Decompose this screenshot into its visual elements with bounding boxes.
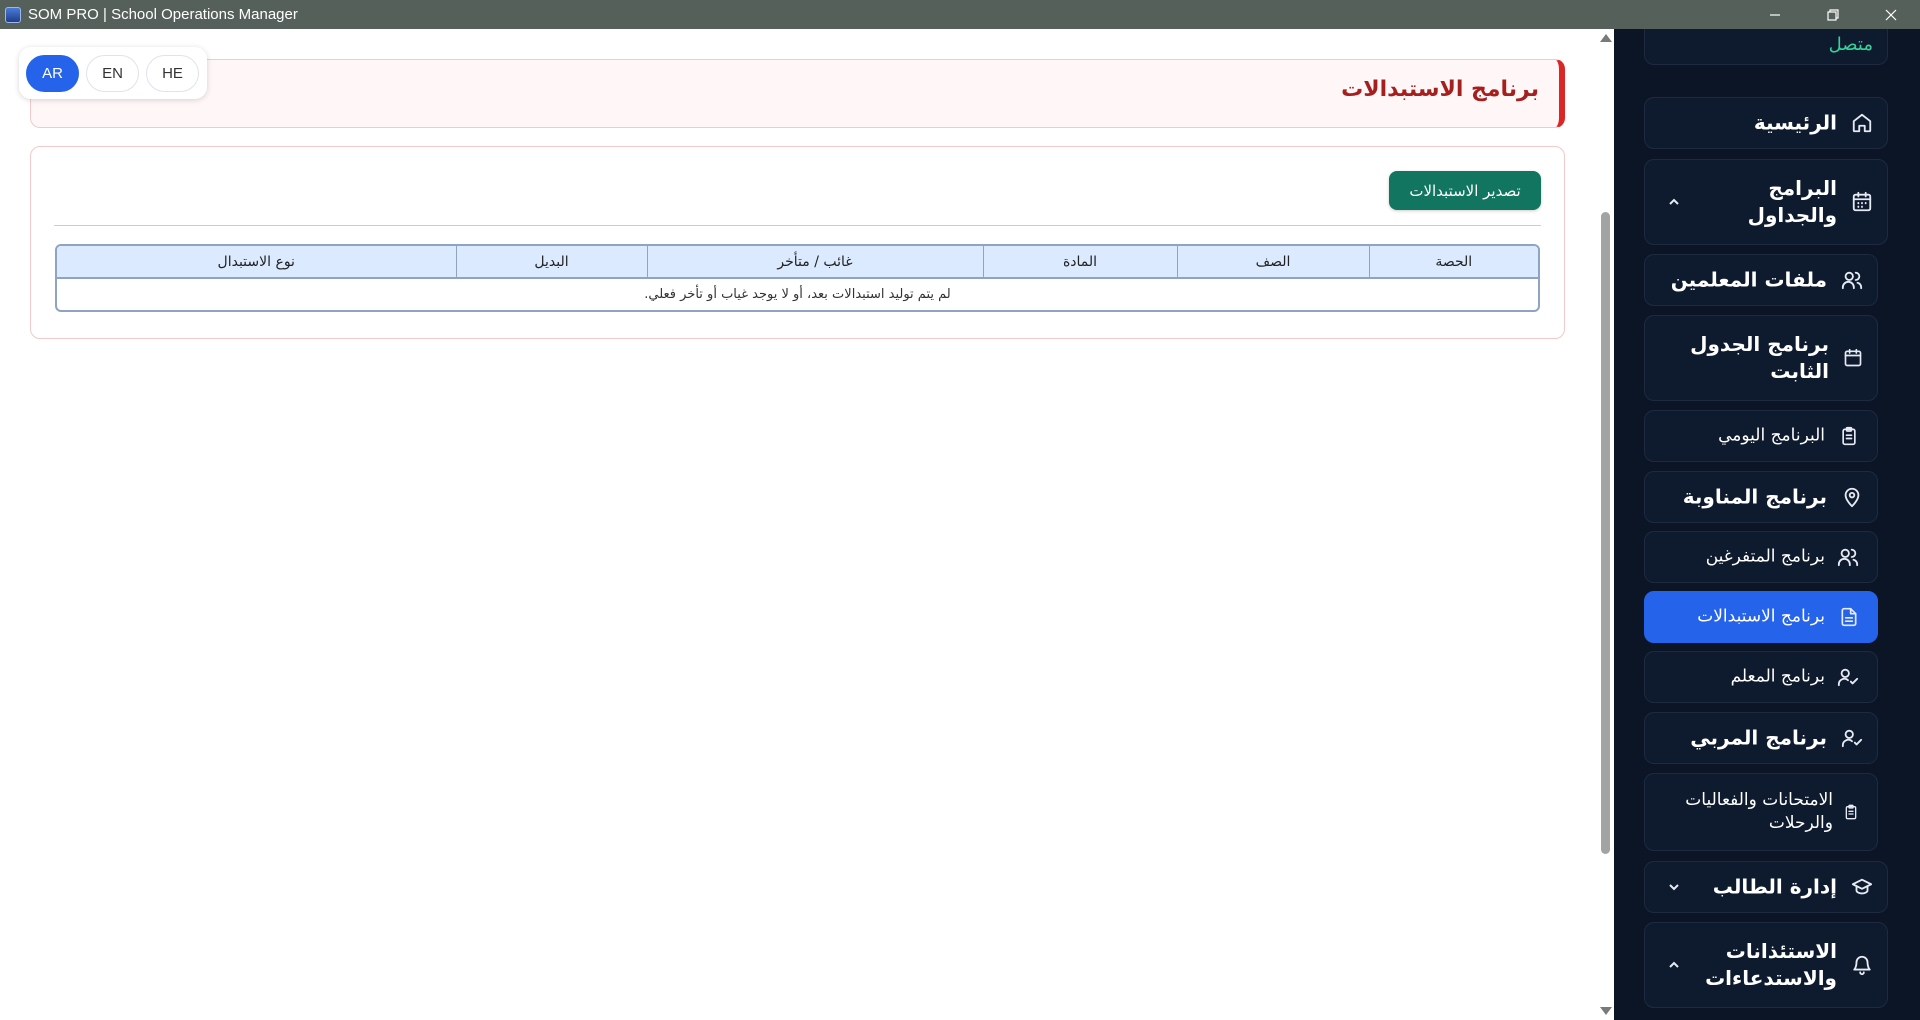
column-header-absent-late: غائب / متأخر <box>646 246 983 279</box>
connection-status-box: متصل <box>1644 29 1888 65</box>
language-switcher: AR EN HE <box>19 47 207 99</box>
chevron-up-icon <box>1667 195 1681 209</box>
graduation-cap-icon <box>1851 876 1873 898</box>
minimize-icon <box>1770 13 1780 16</box>
column-header-subject: المادة <box>982 246 1177 279</box>
sidebar-item-label: برنامج المعلم <box>1730 666 1825 687</box>
sidebar-item-daily-program[interactable]: البرنامج اليومي <box>1644 410 1878 462</box>
page-title: برنامج الاستبدالات <box>1341 77 1539 102</box>
window-title: SOM PRO | School Operations Manager <box>28 6 298 23</box>
calendar-icon <box>1843 348 1863 368</box>
connection-status: متصل <box>1828 34 1873 55</box>
column-header-period: الحصة <box>1368 246 1538 279</box>
empty-table-message: لم يتم توليد استبدالات بعد، أو لا يوجد غ… <box>644 287 951 302</box>
lang-he-button[interactable]: HE <box>146 54 199 92</box>
sidebar-item-programs-schedules[interactable]: البرامج والجداول <box>1644 159 1888 245</box>
scroll-thumb[interactable] <box>1601 212 1610 854</box>
card-divider <box>54 225 1541 226</box>
page-header: برنامج الاستبدالات <box>30 59 1565 128</box>
window-controls <box>1746 0 1920 29</box>
column-header-substitution-type: نوع الاستبدال <box>57 246 456 279</box>
lang-en-button[interactable]: EN <box>86 54 139 92</box>
users-icon <box>1837 546 1859 568</box>
restore-icon <box>1827 8 1839 21</box>
table-row: لم يتم توليد استبدالات بعد، أو لا يوجد غ… <box>57 278 1538 310</box>
sidebar-item-label: البرامج والجداول <box>1747 176 1837 227</box>
user-check-icon <box>1837 666 1859 688</box>
sidebar-item-teacher-program[interactable]: برنامج المعلم <box>1644 651 1878 703</box>
sidebar-item-label: برنامج المناوبة <box>1682 484 1827 509</box>
sidebar-item-label: برنامج الجدول الثابت <box>1690 332 1829 383</box>
map-pin-icon <box>1841 486 1863 508</box>
sidebar-item-label: الامتحانات والفعاليات والرحلات <box>1685 790 1833 833</box>
sidebar-item-fixed-timetable[interactable]: برنامج الجدول الثابت <box>1644 315 1878 401</box>
sidebar-item-label: الرئيسية <box>1753 110 1837 135</box>
clipboard-icon <box>1843 804 1859 820</box>
sidebar-item-label: برنامج الاستبدالات <box>1697 606 1825 627</box>
substitutions-table: الحصة الصف المادة غائب / متأخر البديل نو… <box>55 244 1540 312</box>
close-button[interactable] <box>1862 0 1920 29</box>
sidebar-item-label: البرنامج اليومي <box>1718 425 1825 446</box>
column-header-class: الصف <box>1176 246 1369 279</box>
column-header-substitute: البديل <box>455 246 647 279</box>
sidebar-item-student-management[interactable]: إدارة الطالب <box>1644 861 1888 913</box>
sidebar-item-free-teachers-program[interactable]: برنامج المتفرغين <box>1644 531 1878 583</box>
sidebar-item-homeroom-program[interactable]: برنامج المربي <box>1644 712 1878 764</box>
scroll-up-arrow-icon[interactable] <box>1600 34 1612 42</box>
calendar-icon <box>1851 191 1873 213</box>
main-scrollbar[interactable] <box>1597 29 1614 1020</box>
file-text-icon <box>1839 607 1859 627</box>
sidebar-item-permissions-summons[interactable]: الاستئذانات والاستدعاءات <box>1644 922 1888 1008</box>
users-icon <box>1841 269 1863 291</box>
sidebar: متصل الرئيسية البرامج والجداول ملفات الم… <box>1614 29 1920 1020</box>
main-content: برنامج الاستبدالات AR EN HE تصدير الاستب… <box>0 29 1597 1020</box>
sidebar-item-duty-program[interactable]: برنامج المناوبة <box>1644 471 1878 523</box>
sidebar-item-label: الاستئذانات والاستدعاءات <box>1705 939 1837 990</box>
user-check-icon <box>1841 727 1863 749</box>
substitutions-card: تصدير الاستبدالات الحصة الصف المادة غائب… <box>30 146 1565 339</box>
sidebar-item-home[interactable]: الرئيسية <box>1644 97 1888 149</box>
table-header-row: الحصة الصف المادة غائب / متأخر البديل نو… <box>57 246 1538 279</box>
sidebar-item-teacher-files[interactable]: ملفات المعلمين <box>1644 254 1878 306</box>
chevron-down-icon <box>1667 880 1681 894</box>
close-icon <box>1885 9 1897 20</box>
home-icon <box>1851 112 1873 134</box>
sidebar-item-label: إدارة الطالب <box>1712 874 1837 899</box>
minimize-button[interactable] <box>1746 0 1804 29</box>
export-substitutions-button[interactable]: تصدير الاستبدالات <box>1389 171 1541 210</box>
window-titlebar: SOM PRO | School Operations Manager <box>0 0 1920 29</box>
clipboard-icon <box>1839 426 1859 446</box>
lang-ar-button[interactable]: AR <box>26 54 79 92</box>
sidebar-item-label: ملفات المعلمين <box>1670 267 1827 292</box>
restore-button[interactable] <box>1804 0 1862 29</box>
bell-icon <box>1851 954 1873 976</box>
sidebar-item-exams-activities-trips[interactable]: الامتحانات والفعاليات والرحلات <box>1644 773 1878 851</box>
sidebar-item-label: برنامج المربي <box>1690 725 1827 750</box>
chevron-up-icon <box>1667 958 1681 972</box>
scroll-down-arrow-icon[interactable] <box>1600 1007 1612 1015</box>
sidebar-item-substitutions-program[interactable]: برنامج الاستبدالات <box>1644 591 1878 643</box>
app-logo-icon <box>5 6 21 23</box>
sidebar-item-label: برنامج المتفرغين <box>1705 546 1825 567</box>
